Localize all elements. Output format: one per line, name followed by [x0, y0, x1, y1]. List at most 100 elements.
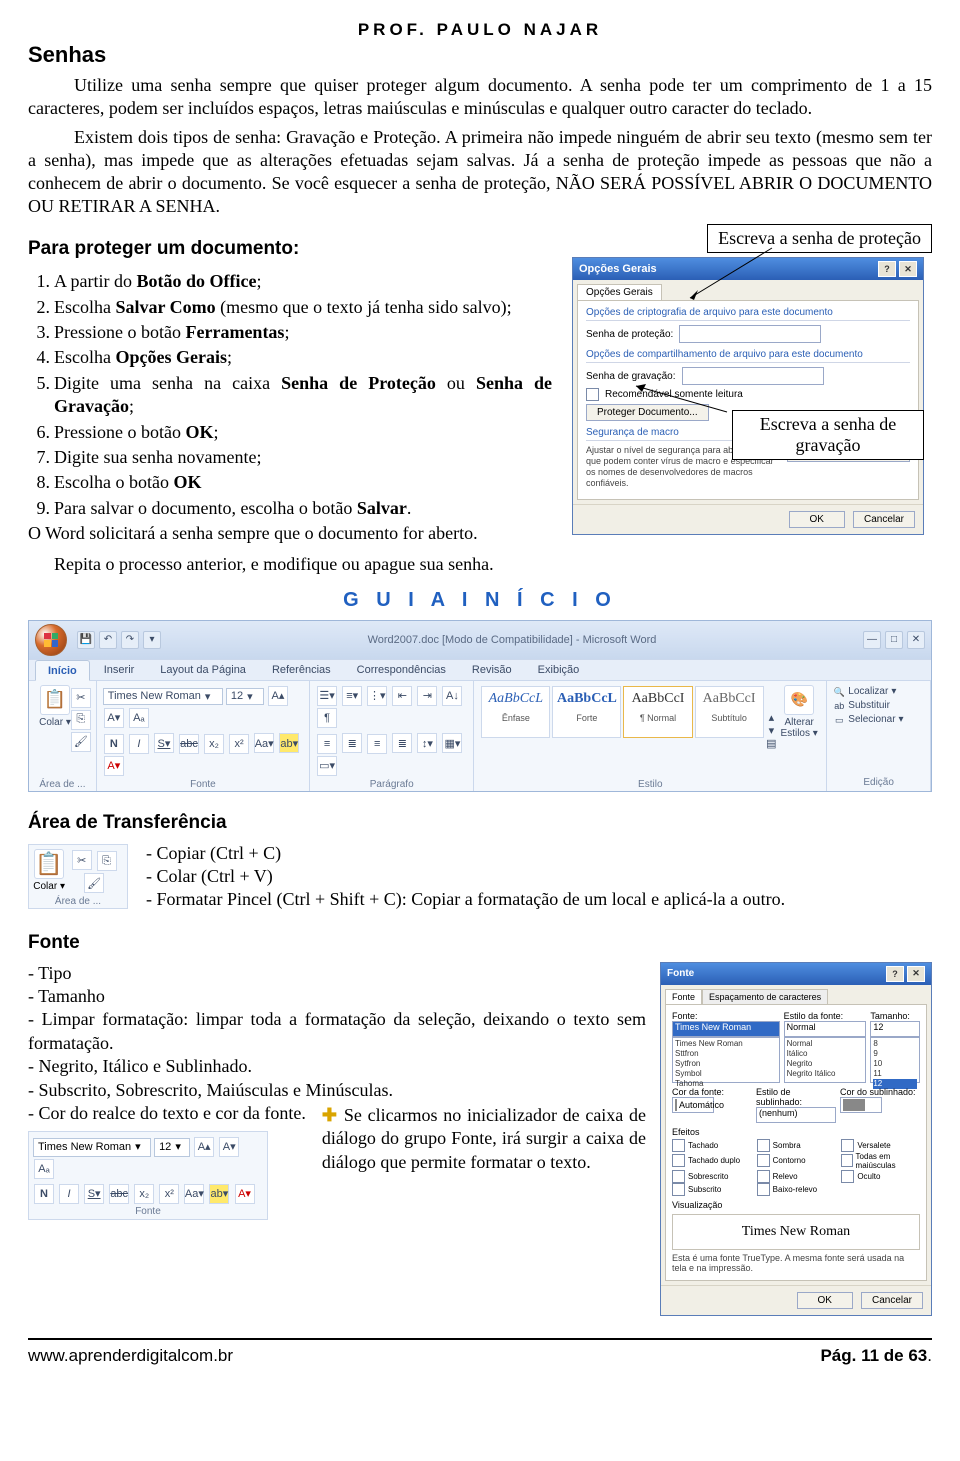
- copy-icon[interactable]: ⎘: [71, 710, 91, 730]
- undo-icon[interactable]: ↶: [99, 631, 117, 649]
- cancel-button[interactable]: Cancelar: [853, 511, 915, 528]
- font-style-list[interactable]: NormalItálicoNegritoNegrito Itálico: [784, 1037, 867, 1083]
- help-icon[interactable]: ?: [886, 966, 904, 982]
- format-painter-icon[interactable]: 🖌: [71, 732, 91, 752]
- chk-sombra[interactable]: [757, 1139, 770, 1152]
- highlight-icon[interactable]: ab▾: [279, 733, 299, 753]
- align-center-icon[interactable]: ≣: [342, 733, 362, 753]
- font-list[interactable]: Times New RomanSttfronSytfronSymbolTahom…: [672, 1037, 780, 1083]
- font-color-icon[interactable]: A▾: [104, 756, 124, 776]
- subscript-icon[interactable]: x₂: [204, 734, 224, 754]
- bold-icon[interactable]: N: [104, 734, 124, 754]
- numbering-icon[interactable]: ≡▾: [342, 686, 362, 706]
- shading-icon[interactable]: ▦▾: [442, 733, 462, 753]
- change-case-icon[interactable]: Aa▾: [254, 733, 274, 753]
- linespace-icon[interactable]: ↕▾: [417, 733, 437, 753]
- align-right-icon[interactable]: ≡: [367, 734, 387, 754]
- close-icon[interactable]: ✕: [907, 631, 925, 649]
- font-color-icon[interactable]: A▾: [235, 1184, 255, 1204]
- underline-color-combo[interactable]: [840, 1097, 882, 1113]
- strike-icon[interactable]: abc: [109, 1184, 129, 1204]
- shrink-font-icon[interactable]: A▾: [219, 1137, 239, 1157]
- chk-maiusculas[interactable]: [841, 1154, 852, 1167]
- italic-icon[interactable]: I: [59, 1184, 79, 1204]
- selecionar-button[interactable]: ▭Selecionar ▾: [833, 713, 924, 727]
- grow-font-icon[interactable]: A▴: [194, 1137, 214, 1157]
- chk-tachado[interactable]: [672, 1139, 685, 1152]
- chk-oculto[interactable]: [841, 1170, 854, 1183]
- tab-revisao[interactable]: Revisão: [460, 660, 524, 680]
- subscript-icon[interactable]: x₂: [134, 1184, 154, 1204]
- input-senha-protecao[interactable]: [679, 325, 821, 343]
- clear-format-icon[interactable]: Aₐ: [34, 1159, 54, 1179]
- font-name-input[interactable]: Times New Roman: [672, 1021, 780, 1037]
- alterar-estilos-button[interactable]: 🎨Alterar Estilos ▾: [778, 685, 820, 739]
- borders-icon[interactable]: ▭▾: [317, 756, 337, 776]
- close-icon[interactable]: ✕: [907, 966, 925, 982]
- bold-icon[interactable]: N: [34, 1184, 54, 1204]
- chk-subscrito[interactable]: [672, 1183, 685, 1196]
- style-enfase[interactable]: AaBbCcLÊnfase: [481, 686, 550, 738]
- tab-exibicao[interactable]: Exibição: [526, 660, 592, 680]
- cut-icon[interactable]: ✂: [71, 688, 91, 708]
- checkbox-readonly[interactable]: [586, 388, 599, 401]
- style-normal[interactable]: AaBbCcI¶ Normal: [623, 686, 692, 738]
- highlight-icon[interactable]: ab▾: [209, 1184, 229, 1204]
- dialog-tab[interactable]: Opções Gerais: [577, 284, 662, 300]
- copy-icon[interactable]: ⎘: [97, 851, 117, 871]
- clear-format-icon[interactable]: Aₐ: [129, 708, 149, 728]
- ok-button[interactable]: OK: [797, 1292, 853, 1309]
- chk-contorno[interactable]: [757, 1154, 770, 1167]
- align-left-icon[interactable]: ≡: [317, 734, 337, 754]
- save-icon[interactable]: 💾: [77, 631, 95, 649]
- bullets-icon[interactable]: ☰▾: [317, 686, 337, 706]
- tab-correspondencias[interactable]: Correspondências: [345, 660, 458, 680]
- font-size-list[interactable]: 89101112: [870, 1037, 920, 1083]
- chk-baixo-relevo[interactable]: [757, 1183, 770, 1196]
- font-color-combo[interactable]: Automático: [672, 1097, 714, 1113]
- style-forte[interactable]: AaBbCcLForte: [552, 686, 621, 738]
- grow-font-icon[interactable]: A▴: [268, 686, 288, 706]
- tab-fonte[interactable]: Fonte: [665, 989, 702, 1004]
- style-subtitulo[interactable]: AaBbCcISubtítulo: [695, 686, 764, 738]
- outdent-icon[interactable]: ⇤: [392, 686, 412, 706]
- strike-icon[interactable]: abc: [179, 734, 199, 754]
- superscript-icon[interactable]: x²: [229, 734, 249, 754]
- substituir-button[interactable]: abSubstituir: [833, 699, 924, 713]
- font-size-input[interactable]: 12: [870, 1021, 920, 1037]
- shrink-font-icon[interactable]: A▾: [104, 708, 124, 728]
- indent-icon[interactable]: ⇥: [417, 686, 437, 706]
- chk-versalete[interactable]: [841, 1139, 854, 1152]
- maximize-icon[interactable]: □: [885, 631, 903, 649]
- minimize-icon[interactable]: —: [863, 631, 881, 649]
- tab-espacamento[interactable]: Espaçamento de caracteres: [702, 989, 828, 1004]
- qat-more-icon[interactable]: ▾: [143, 631, 161, 649]
- colar-button[interactable]: 📋Colar ▾: [33, 849, 65, 894]
- tab-referencias[interactable]: Referências: [260, 660, 343, 680]
- tab-layout[interactable]: Layout da Página: [148, 660, 258, 680]
- tab-inicio[interactable]: Início: [35, 660, 90, 681]
- multilevel-icon[interactable]: ⋮▾: [367, 686, 387, 706]
- tab-inserir[interactable]: Inserir: [92, 660, 147, 680]
- underline-style-combo[interactable]: (nenhum): [756, 1107, 836, 1123]
- redo-icon[interactable]: ↷: [121, 631, 139, 649]
- chk-sobrescrito[interactable]: [672, 1170, 685, 1183]
- italic-icon[interactable]: I: [129, 734, 149, 754]
- office-button[interactable]: [35, 624, 67, 656]
- font-name-combo[interactable]: Times New Roman ▾: [103, 688, 223, 705]
- justify-icon[interactable]: ≣: [392, 733, 412, 753]
- underline-icon[interactable]: S▾: [154, 733, 174, 753]
- superscript-icon[interactable]: x²: [159, 1184, 179, 1204]
- localizar-button[interactable]: 🔍Localizar ▾: [833, 685, 924, 699]
- font-size-combo[interactable]: 12 ▾: [154, 1138, 190, 1156]
- cut-icon[interactable]: ✂: [72, 850, 92, 870]
- underline-icon[interactable]: S▾: [84, 1184, 104, 1204]
- showmarks-icon[interactable]: ¶: [317, 708, 337, 728]
- format-painter-icon[interactable]: 🖌: [84, 873, 104, 893]
- change-case-icon[interactable]: Aa▾: [184, 1184, 204, 1204]
- font-name-combo[interactable]: Times New Roman ▾: [33, 1138, 151, 1156]
- ok-button[interactable]: OK: [789, 511, 845, 528]
- cancel-button[interactable]: Cancelar: [861, 1292, 923, 1309]
- chk-tachado-duplo[interactable]: [672, 1154, 685, 1167]
- font-size-combo[interactable]: 12 ▾: [226, 688, 264, 705]
